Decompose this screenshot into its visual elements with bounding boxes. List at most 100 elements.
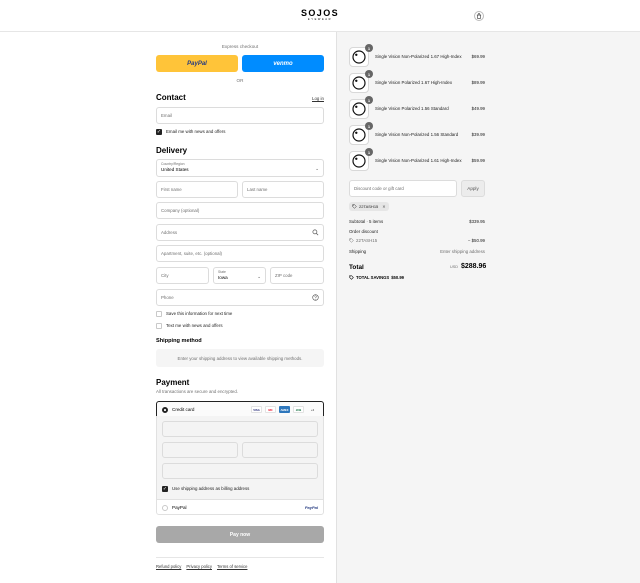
subtotal-row: Subtotal · 5 items $339.95 (349, 219, 485, 226)
state-select[interactable]: State Iowa ⌄ (213, 267, 266, 284)
savings-value: $50.99 (391, 275, 405, 280)
country-value: United States (161, 167, 189, 172)
quantity-badge: 1 (365, 70, 373, 78)
paypal-option[interactable]: PayPal PayPal (156, 499, 324, 515)
venmo-express-button[interactable]: venmo (242, 55, 324, 72)
savings-label: TOTAL SAVINGS (356, 275, 390, 280)
address-placeholder: Address (161, 230, 178, 235)
item-name: Single Vision Polarized 1.56 Standard (375, 106, 449, 111)
credit-card-option[interactable]: Credit card VISA MC AMEX JCB +4 (156, 401, 324, 417)
paypal-option-label: PayPal (172, 505, 187, 510)
address-field[interactable]: Address (156, 224, 324, 241)
billing-same-row[interactable]: ✓ Use shipping address as billing addres… (162, 485, 249, 492)
lens-icon (352, 154, 366, 168)
billing-same-checkbox[interactable]: ✓ (162, 485, 168, 492)
pay-now-button[interactable]: Pay now (156, 526, 324, 543)
card-expiry-field[interactable] (162, 442, 238, 458)
paypal-express-button[interactable]: PayPal (156, 55, 238, 72)
apply-button[interactable]: Apply (461, 180, 485, 197)
discount-code-line: 22TASH15 (349, 238, 377, 243)
terms-of-service-link[interactable]: Terms of service (217, 564, 247, 569)
text-news-checkbox[interactable] (156, 322, 162, 329)
list-item: 1 Single Vision Non-Polarized 1.56 Stand… (349, 122, 485, 145)
save-info-row[interactable]: Save this information for next time (156, 310, 232, 317)
or-divider: OR (236, 78, 244, 83)
city-field[interactable]: City (156, 267, 209, 284)
email-news-checkbox[interactable]: ✓ (156, 128, 162, 135)
discount-code-text: 22TASH15 (359, 204, 379, 209)
quantity-badge: 1 (365, 44, 373, 52)
card-number-field[interactable] (162, 421, 318, 437)
first-name-field[interactable]: First name (156, 181, 238, 198)
quantity-badge: 1 (365, 122, 373, 130)
city-placeholder: City (161, 273, 169, 278)
subtotal-label: Subtotal · 5 items (349, 219, 384, 224)
apartment-field[interactable]: Apartment, suite, etc. (optional) (156, 245, 324, 262)
email-news-label: Email me with news and offers (166, 129, 226, 134)
paypal-radio[interactable] (162, 505, 168, 511)
shopping-bag-icon[interactable] (474, 11, 484, 21)
shipping-method-heading: Shipping method (156, 338, 202, 344)
list-item: 1 Single Vision Polarized 1.67 High-Inde… (349, 70, 485, 93)
phone-field[interactable]: Phone (156, 289, 324, 306)
visa-icon: VISA (251, 406, 262, 413)
item-price: $39.99 (471, 132, 485, 137)
item-price: $59.99 (471, 158, 485, 163)
order-discount-label: Order discount (349, 229, 378, 234)
mastercard-icon: MC (265, 406, 276, 413)
last-name-field[interactable]: Last name (242, 181, 324, 198)
discount-value: − $50.99 (467, 238, 485, 243)
lens-icon (352, 76, 366, 90)
shipping-notice: Enter your shipping address to view avai… (156, 349, 324, 367)
login-link[interactable]: Log in (312, 96, 324, 101)
text-news-row[interactable]: Text me with news and offers (156, 322, 223, 329)
tag-icon (349, 238, 354, 243)
delivery-heading: Delivery (156, 146, 188, 155)
privacy-policy-link[interactable]: Privacy policy (186, 564, 212, 569)
total-value: $288.96 (461, 263, 487, 270)
card-cvv-field[interactable] (242, 442, 318, 458)
express-checkout-title: Express checkout (221, 44, 259, 49)
shipping-label: Shipping (349, 249, 367, 254)
total-savings: TOTAL SAVINGS $50.99 (349, 275, 404, 280)
text-news-label: Text me with news and offers (166, 323, 223, 328)
item-name: Single Vision Non-Polarized 1.56 Standar… (375, 132, 459, 137)
help-icon[interactable] (312, 294, 319, 301)
refund-policy-link[interactable]: Refund policy (156, 564, 181, 569)
search-icon (312, 229, 319, 236)
zip-field[interactable]: ZIP code (270, 267, 324, 284)
more-brands-count: +4 (310, 407, 315, 412)
quantity-badge: 1 (365, 96, 373, 104)
billing-same-label: Use shipping address as billing address (172, 486, 250, 491)
chevron-down-icon: ⌄ (315, 166, 319, 171)
card-name-field[interactable] (162, 463, 318, 479)
list-item: 1 Single Vision Non-Polarized 1.67 High-… (349, 44, 485, 67)
item-name: Single Vision Polarized 1.67 High-Index (375, 80, 453, 85)
country-select[interactable]: Country/Region United States ⌄ (156, 159, 324, 177)
discount-code-row: 22TASH15 − $50.99 (349, 238, 485, 245)
item-price: $69.99 (471, 54, 485, 59)
contact-heading: Contact (156, 93, 186, 102)
discount-placeholder: Discount code or gift card (354, 186, 404, 191)
lens-icon (352, 102, 366, 116)
discount-code-field[interactable]: Discount code or gift card (349, 180, 457, 197)
logo-text: SOJOS (300, 8, 339, 18)
lens-icon (352, 50, 366, 64)
state-label: State (218, 270, 226, 274)
list-item: 1 Single Vision Polarized 1.56 Standard … (349, 96, 485, 119)
company-field[interactable]: Company (optional) (156, 202, 324, 219)
email-field[interactable]: Email (156, 107, 324, 124)
footer-links: Refund policy Privacy policy Terms of se… (156, 564, 247, 569)
email-news-row[interactable]: ✓ Email me with news and offers (156, 128, 225, 135)
save-info-checkbox[interactable] (156, 310, 162, 317)
logo[interactable]: SOJOS EYEWEAR (300, 9, 340, 22)
credit-card-radio[interactable] (162, 407, 168, 413)
page-header: SOJOS EYEWEAR (0, 0, 640, 32)
logo-subtext: EYEWEAR (307, 18, 333, 21)
zip-placeholder: ZIP code (275, 273, 293, 278)
total-label: Total (349, 264, 364, 271)
chevron-down-icon: ⌄ (257, 274, 261, 279)
remove-code-icon[interactable]: ✕ (382, 204, 385, 209)
list-item: 1 Single Vision Non-Polarized 1.61 High-… (349, 148, 485, 171)
quantity-badge: 1 (365, 148, 373, 156)
